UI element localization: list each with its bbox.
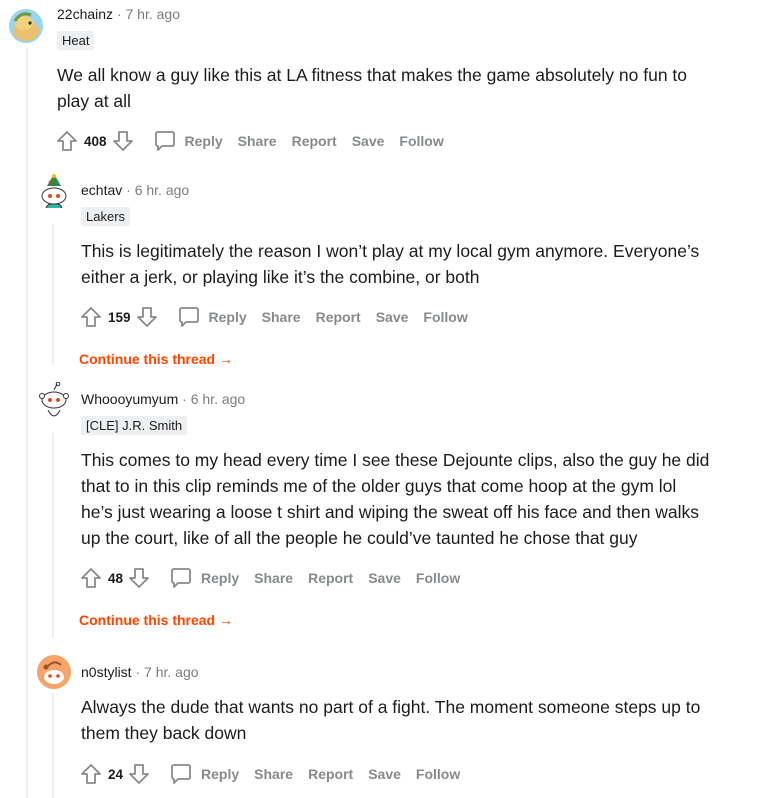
comment-text-line: We all know a guy like this at LA fitnes… bbox=[57, 65, 688, 85]
comment-text-line: This is legitimately the reason I won’t … bbox=[81, 241, 700, 261]
report-button[interactable]: Report bbox=[308, 570, 353, 586]
comment-text-line: play at all bbox=[57, 91, 131, 111]
thread-line[interactable] bbox=[52, 433, 54, 638]
save-button[interactable]: Save bbox=[376, 309, 409, 325]
save-button[interactable]: Save bbox=[368, 570, 401, 586]
thread-line[interactable] bbox=[26, 48, 28, 798]
reply-button[interactable]: Reply bbox=[201, 570, 239, 586]
separator: · bbox=[182, 391, 187, 407]
username[interactable]: echtav bbox=[81, 182, 122, 198]
vote-score: 408 bbox=[84, 133, 107, 149]
save-button[interactable]: Save bbox=[368, 766, 401, 782]
timestamp[interactable]: 7 hr. ago bbox=[126, 6, 181, 22]
comment-actions: 24 Reply Share Report Save Follow bbox=[79, 760, 475, 788]
share-button[interactable]: Share bbox=[254, 766, 293, 782]
downvote-icon[interactable] bbox=[127, 566, 151, 590]
comment-actions: 159 Reply Share Report Save Follow bbox=[79, 303, 483, 331]
share-button[interactable]: Share bbox=[254, 570, 293, 586]
report-button[interactable]: Report bbox=[308, 766, 353, 782]
thread-line[interactable] bbox=[52, 692, 54, 798]
comment-meta: 22chainz · 7 hr. ago bbox=[57, 6, 180, 22]
reply-button[interactable]: Reply bbox=[201, 766, 239, 782]
snoo-avatar-icon bbox=[37, 655, 71, 689]
comment-text-line: up the court, like of all the people he … bbox=[81, 528, 638, 548]
thread-line[interactable] bbox=[52, 224, 54, 364]
comment-text-line: he’s just wearing a loose t shirt and wi… bbox=[81, 502, 700, 522]
vote-score: 48 bbox=[108, 570, 124, 586]
vote-score: 159 bbox=[108, 309, 131, 325]
avatar[interactable] bbox=[37, 655, 71, 689]
snoo-avatar-icon bbox=[39, 382, 69, 417]
comment-text-line: Always the dude that wants no part of a … bbox=[81, 697, 701, 717]
separator: · bbox=[116, 6, 122, 22]
comment-bubble-icon[interactable] bbox=[177, 305, 201, 329]
upvote-icon[interactable] bbox=[79, 305, 103, 329]
separator: · bbox=[126, 182, 131, 198]
user-flair: Heat bbox=[57, 31, 95, 50]
upvote-icon[interactable] bbox=[79, 762, 103, 786]
comment-text-line: either a jerk, or playing like it’s the … bbox=[81, 267, 480, 287]
report-button[interactable]: Report bbox=[292, 133, 337, 149]
comment-text-line: them they back down bbox=[81, 723, 247, 743]
share-button[interactable]: Share bbox=[238, 133, 277, 149]
username[interactable]: 22chainz bbox=[57, 6, 113, 22]
comment-bubble-icon[interactable] bbox=[169, 566, 193, 590]
timestamp[interactable]: 6 hr. ago bbox=[135, 182, 190, 198]
comment-meta: n0stylist · 7 hr. ago bbox=[81, 664, 199, 680]
continue-thread-link[interactable]: Continue this thread → bbox=[79, 612, 233, 628]
comment-bubble-icon[interactable] bbox=[153, 129, 177, 153]
follow-button[interactable]: Follow bbox=[399, 133, 443, 149]
report-button[interactable]: Report bbox=[316, 309, 361, 325]
user-flair: Lakers bbox=[81, 207, 131, 226]
continue-thread-link[interactable]: Continue this thread → bbox=[79, 351, 233, 367]
comment-meta: Whoooyumyum · 6 hr. ago bbox=[81, 391, 245, 407]
comment-body: Always the dude that wants no part of a … bbox=[81, 694, 771, 746]
downvote-icon[interactable] bbox=[127, 762, 151, 786]
comment-body: We all know a guy like this at LA fitnes… bbox=[57, 62, 757, 114]
timestamp[interactable]: 7 hr. ago bbox=[144, 664, 199, 680]
save-button[interactable]: Save bbox=[352, 133, 385, 149]
share-button[interactable]: Share bbox=[262, 309, 301, 325]
username[interactable]: Whoooyumyum bbox=[81, 391, 178, 407]
avatar[interactable] bbox=[37, 382, 71, 426]
comment-actions: 48 Reply Share Report Save Follow bbox=[79, 564, 475, 592]
username[interactable]: n0stylist bbox=[81, 664, 132, 680]
follow-button[interactable]: Follow bbox=[423, 309, 467, 325]
follow-button[interactable]: Follow bbox=[416, 570, 460, 586]
timestamp[interactable]: 6 hr. ago bbox=[191, 391, 246, 407]
vote-score: 24 bbox=[108, 766, 124, 782]
separator: · bbox=[135, 664, 141, 680]
snoo-avatar-icon bbox=[41, 174, 67, 208]
avatar[interactable] bbox=[9, 9, 43, 43]
upvote-icon[interactable] bbox=[79, 566, 103, 590]
downvote-icon[interactable] bbox=[135, 305, 159, 329]
comment-text-line: This comes to my head every time I see t… bbox=[81, 450, 710, 470]
comment-meta: echtav · 6 hr. ago bbox=[81, 182, 189, 198]
reply-button[interactable]: Reply bbox=[185, 133, 223, 149]
user-flair: [CLE] J.R. Smith bbox=[81, 416, 188, 435]
reply-button[interactable]: Reply bbox=[209, 309, 247, 325]
comment-text-line: that to in this clip reminds me of the o… bbox=[81, 476, 677, 496]
downvote-icon[interactable] bbox=[111, 129, 135, 153]
comment-bubble-icon[interactable] bbox=[169, 762, 193, 786]
comment-body: This comes to my head every time I see t… bbox=[81, 447, 771, 551]
snoo-avatar-icon bbox=[9, 9, 43, 43]
upvote-icon[interactable] bbox=[55, 129, 79, 153]
comment-body: This is legitimately the reason I won’t … bbox=[81, 238, 771, 290]
avatar[interactable] bbox=[37, 174, 71, 208]
comment-actions: 408 Reply Share Report Save Follow bbox=[55, 127, 459, 155]
follow-button[interactable]: Follow bbox=[416, 766, 460, 782]
